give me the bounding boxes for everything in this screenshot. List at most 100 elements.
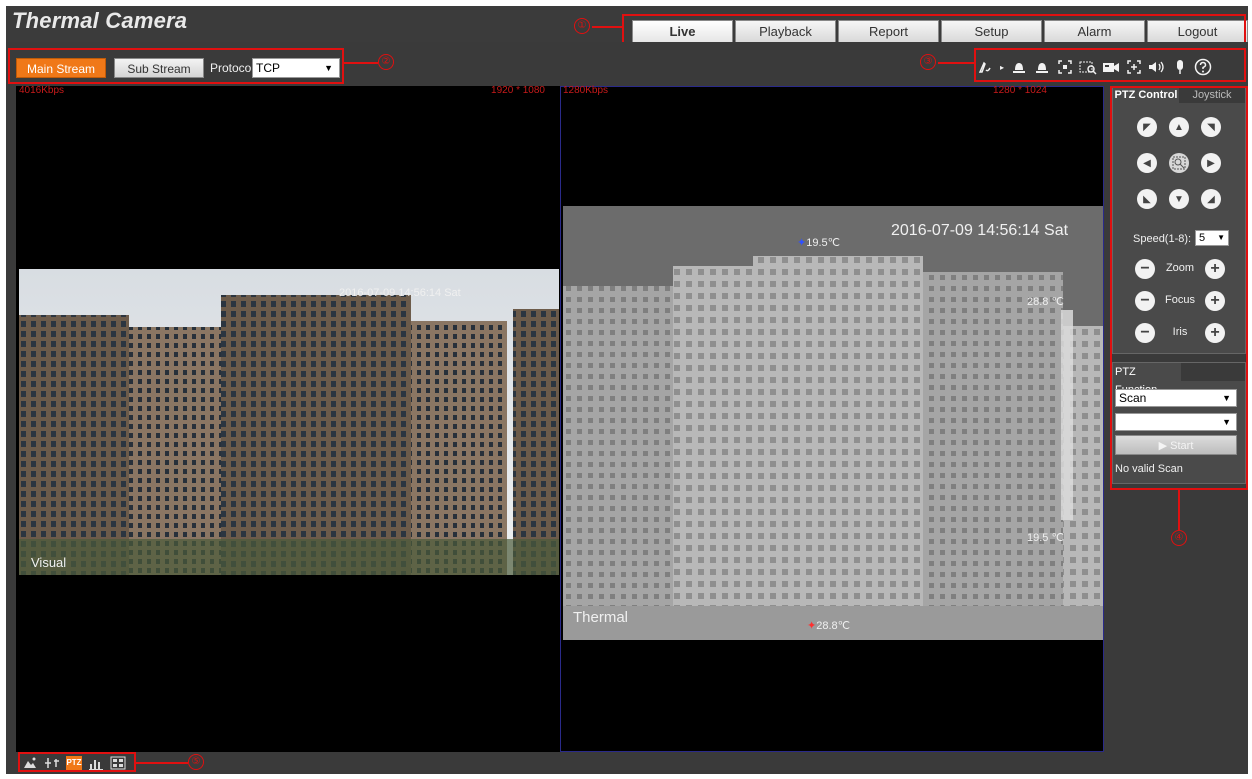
tab-setup[interactable]: Setup (941, 20, 1042, 42)
header: Thermal Camera Live Playback Report Setu… (6, 6, 1248, 48)
ptz-up-left-button[interactable]: ◤ (1137, 117, 1157, 137)
thermal-resolution: 1280 * 1024 (993, 85, 1047, 96)
crosshair-icon: ✦ (807, 620, 817, 632)
app-window: Thermal Camera Live Playback Report Setu… (6, 6, 1248, 774)
annotation-line-3 (938, 62, 974, 64)
zoom-region-icon[interactable] (1079, 58, 1097, 76)
fullscreen-icon[interactable] (1056, 58, 1074, 76)
ptz-down-right-button[interactable]: ◢ (1201, 189, 1221, 209)
protocol-select[interactable]: TCP ▼ (252, 58, 340, 78)
ptz-function-number-select[interactable]: ▼ (1115, 413, 1237, 431)
ptz-function-title: PTZ Function (1113, 363, 1181, 396)
annotation-number-1: ① (574, 18, 590, 34)
focus-label: Focus (1165, 294, 1195, 306)
live-toolbar: ▸ (976, 56, 1212, 78)
ptz-function-mode-select[interactable]: Scan ▼ (1115, 389, 1237, 407)
magnifier-icon (1172, 156, 1186, 170)
annotation-number-3: ③ (920, 54, 936, 70)
ptz-function-status: No valid Scan (1115, 463, 1183, 475)
ptz-up-right-button[interactable]: ◥ (1201, 117, 1221, 137)
ptz-auto-focus-button[interactable] (1169, 153, 1189, 173)
ptz-down-left-button[interactable]: ◣ (1137, 189, 1157, 209)
thermal-video-pane[interactable]: 1280Kbps 1280 * 1024 2016-07-09 14:56:14… (560, 85, 1104, 752)
annotation-line-4 (1178, 490, 1180, 530)
capture-icon[interactable] (1125, 58, 1143, 76)
visual-resolution: 1920 * 1080 (491, 85, 545, 96)
tab-report[interactable]: Report (838, 20, 939, 42)
stream-bar: Main Stream Sub Stream Protocol TCP ▼ ② … (6, 42, 1248, 86)
thermal-scale-bottom: 19.5 ℃ (1027, 532, 1064, 544)
microphone-icon[interactable] (1171, 58, 1189, 76)
tab-live[interactable]: Live (632, 20, 733, 42)
visual-video-pane[interactable]: 4016Kbps 1920 * 1080 2016-07-09 14:56:14… (16, 85, 560, 752)
draw-pen-icon[interactable] (976, 58, 994, 76)
bottom-toolbar: PTZ ⑤ (16, 752, 1248, 774)
sub-stream-button[interactable]: Sub Stream (114, 58, 204, 78)
audio-icon[interactable] (1148, 58, 1166, 76)
ptz-function-mode-value: Scan (1119, 391, 1147, 405)
ptz-function-start-button[interactable]: ▶ Start (1115, 435, 1237, 455)
zoom-in-button[interactable]: + (1205, 259, 1225, 279)
iris-close-button[interactable]: − (1135, 323, 1155, 343)
ptz-tabs: PTZ Control Joystick (1113, 87, 1245, 103)
tab-logout[interactable]: Logout (1147, 20, 1248, 42)
annotation-line-2 (344, 62, 378, 64)
thermal-scale-top: 28.8 ℃ (1027, 296, 1064, 308)
tab-playback[interactable]: Playback (735, 20, 836, 42)
focus-far-button[interactable]: + (1205, 291, 1225, 311)
speed-select-value: 5 (1199, 232, 1206, 244)
thermal-osd-label: Thermal (573, 609, 629, 626)
tab-joystick[interactable]: Joystick (1179, 87, 1245, 103)
ptz-right-button[interactable]: ▶ (1201, 153, 1221, 173)
tab-ptz-control[interactable]: PTZ Control (1113, 87, 1179, 103)
alarm-bell-2-icon[interactable] (1033, 58, 1051, 76)
window-adjust-icon[interactable] (44, 756, 60, 770)
record-icon[interactable] (1102, 58, 1120, 76)
thermal-max-temp: 28.8℃ (816, 620, 850, 632)
zoom-label: Zoom (1165, 262, 1195, 274)
zoom-out-button[interactable]: − (1135, 259, 1155, 279)
app-title: Thermal Camera (12, 8, 188, 33)
expand-arrow-icon[interactable]: ▸ (999, 58, 1005, 76)
speed-select[interactable]: 5 ▼ (1195, 230, 1229, 246)
tab-alarm[interactable]: Alarm (1044, 20, 1145, 42)
main-nav: Live Playback Report Setup Alarm Logout (632, 20, 1248, 42)
thermal-max-temp-marker: ✦28.8℃ (807, 619, 850, 632)
video-area: 4016Kbps 1920 * 1080 2016-07-09 14:56:14… (16, 85, 1104, 752)
help-icon[interactable] (1194, 58, 1212, 76)
image-adjust-icon[interactable] (22, 756, 38, 770)
chevron-down-icon: ▼ (324, 63, 333, 73)
protocol-label: Protocol (210, 61, 255, 75)
thermal-camera-image (563, 206, 1103, 640)
main-stream-button[interactable]: Main Stream (16, 58, 106, 78)
iris-open-button[interactable]: + (1205, 323, 1225, 343)
annotation-line-5 (136, 762, 188, 764)
ptz-up-button[interactable]: ▲ (1169, 117, 1189, 137)
alarm-bell-icon[interactable] (1010, 58, 1028, 76)
ptz-down-button[interactable]: ▼ (1169, 189, 1189, 209)
iris-label: Iris (1172, 326, 1188, 338)
ptz-left-button[interactable]: ◀ (1137, 153, 1157, 173)
annotation-number-2: ② (378, 54, 394, 70)
speed-label: Speed(1-8): (1133, 233, 1192, 245)
split-view-icon[interactable] (110, 756, 126, 770)
thermal-min-temp: 19.5℃ (806, 237, 840, 249)
visual-osd-time: 2016-07-09 14:56:14 Sat (339, 287, 461, 299)
ptz-icon[interactable]: PTZ (66, 756, 82, 770)
chevron-down-icon: ▼ (1222, 417, 1231, 427)
protocol-select-value: TCP (256, 61, 280, 75)
chevron-down-icon: ▼ (1222, 393, 1231, 403)
ptz-panel: PTZ Control Joystick ◤ ▲ ◥ ◀ ▶ ◣ ▼ ◢ Spe… (1110, 86, 1248, 546)
visual-camera-image (19, 269, 559, 575)
focus-near-button[interactable]: − (1135, 291, 1155, 311)
thermal-bitrate: 1280Kbps (563, 85, 609, 96)
chevron-down-icon: ▼ (1217, 233, 1225, 242)
ptz-control-box: PTZ Control Joystick ◤ ▲ ◥ ◀ ▶ ◣ ▼ ◢ Spe… (1112, 86, 1246, 354)
thermal-min-temp-marker: ✦19.5℃ (797, 236, 840, 249)
visual-bitrate: 4016Kbps (19, 85, 65, 96)
ptz-function-titlebar (1179, 363, 1245, 381)
annotation-line-1 (592, 26, 622, 28)
ptz-function-box: PTZ Function Scan ▼ ▼ ▶ Start No valid S… (1112, 362, 1246, 484)
stats-icon[interactable] (88, 756, 104, 770)
crosshair-icon: ✦ (797, 237, 807, 249)
